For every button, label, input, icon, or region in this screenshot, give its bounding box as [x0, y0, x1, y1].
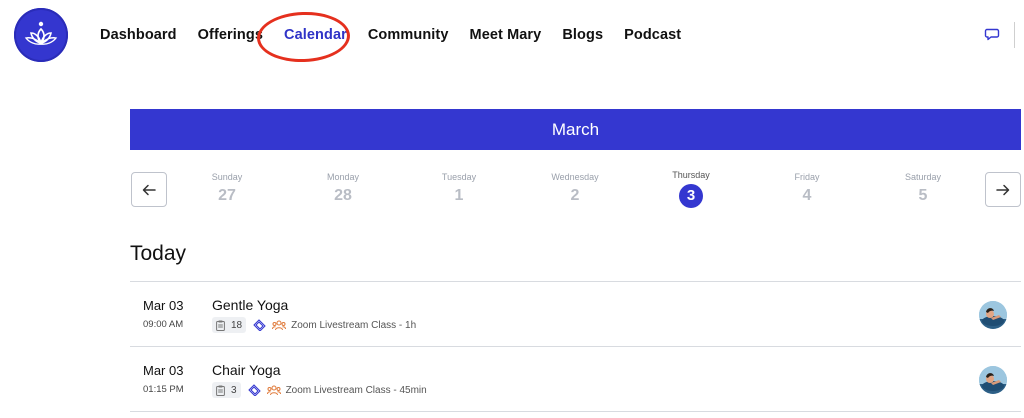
group-icon: [272, 320, 287, 331]
event-date: Mar 03: [143, 363, 184, 378]
day-name: Friday: [794, 172, 820, 182]
today-heading: Today: [130, 242, 187, 265]
ticket-icon: [252, 319, 266, 331]
group-icon: [266, 385, 281, 396]
nav-podcast[interactable]: Podcast: [624, 27, 681, 43]
next-week-button[interactable]: [985, 172, 1021, 207]
avatar[interactable]: [979, 301, 1007, 329]
day-sunday[interactable]: Sunday 27: [187, 170, 267, 205]
clipboard-icon: [216, 385, 225, 396]
ticket-icon: [247, 384, 261, 396]
nav-community[interactable]: Community: [368, 27, 449, 43]
list-divider: [130, 411, 1021, 412]
lotus-logo-icon[interactable]: [14, 8, 68, 62]
day-thursday-selected[interactable]: Thursday 3: [651, 170, 731, 208]
event-title[interactable]: Chair Yoga: [212, 362, 281, 378]
day-name: Monday: [326, 172, 360, 182]
highlight-annotation-ring: [256, 10, 351, 64]
day-number: 5: [918, 187, 928, 204]
clipboard-icon: [216, 320, 225, 331]
day-number: 1: [454, 187, 464, 204]
day-saturday[interactable]: Saturday 5: [883, 170, 963, 205]
event-meta: 3 Zoom Livestream Class - 45min: [212, 382, 427, 398]
day-number: 2: [570, 187, 580, 204]
day-name: Thursday: [672, 170, 710, 180]
day-number: 4: [802, 187, 812, 204]
day-name: Tuesday: [441, 172, 477, 182]
chat-bubble-icon[interactable]: [984, 26, 1000, 42]
event-title[interactable]: Gentle Yoga: [212, 297, 288, 313]
nav-blogs[interactable]: Blogs: [562, 27, 603, 43]
day-wednesday[interactable]: Wednesday 2: [535, 170, 615, 205]
event-meta: 18 Zoom Livestream Class - 1h: [212, 317, 416, 333]
month-label: March: [551, 119, 600, 139]
header-divider: [1014, 22, 1015, 48]
event-time: 01:15 PM: [143, 384, 184, 395]
attendee-count: 3: [231, 384, 237, 396]
event-date: Mar 03: [143, 298, 184, 313]
arrow-right-icon: [996, 184, 1010, 195]
day-tuesday[interactable]: Tuesday 1: [419, 170, 499, 205]
nav-meet-mary[interactable]: Meet Mary: [470, 27, 542, 43]
month-banner: March: [130, 109, 1021, 150]
event-row[interactable]: Mar 03 09:00 AM Gentle Yoga 18 Zoom Live…: [130, 282, 1021, 346]
day-name: Sunday: [211, 172, 243, 182]
arrow-left-icon: [142, 184, 156, 195]
day-name: Saturday: [904, 172, 942, 182]
attendee-count: 18: [231, 319, 243, 331]
day-monday[interactable]: Monday 28: [303, 170, 383, 205]
day-number: 27: [218, 187, 236, 204]
event-description: Zoom Livestream Class - 45min: [285, 384, 427, 396]
day-name: Wednesday: [551, 172, 599, 182]
day-friday[interactable]: Friday 4: [767, 170, 847, 205]
nav-offerings[interactable]: Offerings: [198, 27, 263, 43]
main-nav: Dashboard Offerings Calendar Community M…: [100, 27, 702, 43]
prev-week-button[interactable]: [131, 172, 167, 207]
nav-dashboard[interactable]: Dashboard: [100, 27, 177, 43]
event-row[interactable]: Mar 03 01:15 PM Chair Yoga 3 Zoom Livest…: [130, 347, 1021, 411]
attendee-count-badge: 3: [212, 382, 241, 398]
attendee-count-badge: 18: [212, 317, 247, 333]
day-number: 28: [334, 187, 352, 204]
day-number: 3: [679, 184, 703, 208]
avatar[interactable]: [979, 366, 1007, 394]
event-time: 09:00 AM: [143, 319, 184, 330]
event-description: Zoom Livestream Class - 1h: [291, 319, 417, 331]
